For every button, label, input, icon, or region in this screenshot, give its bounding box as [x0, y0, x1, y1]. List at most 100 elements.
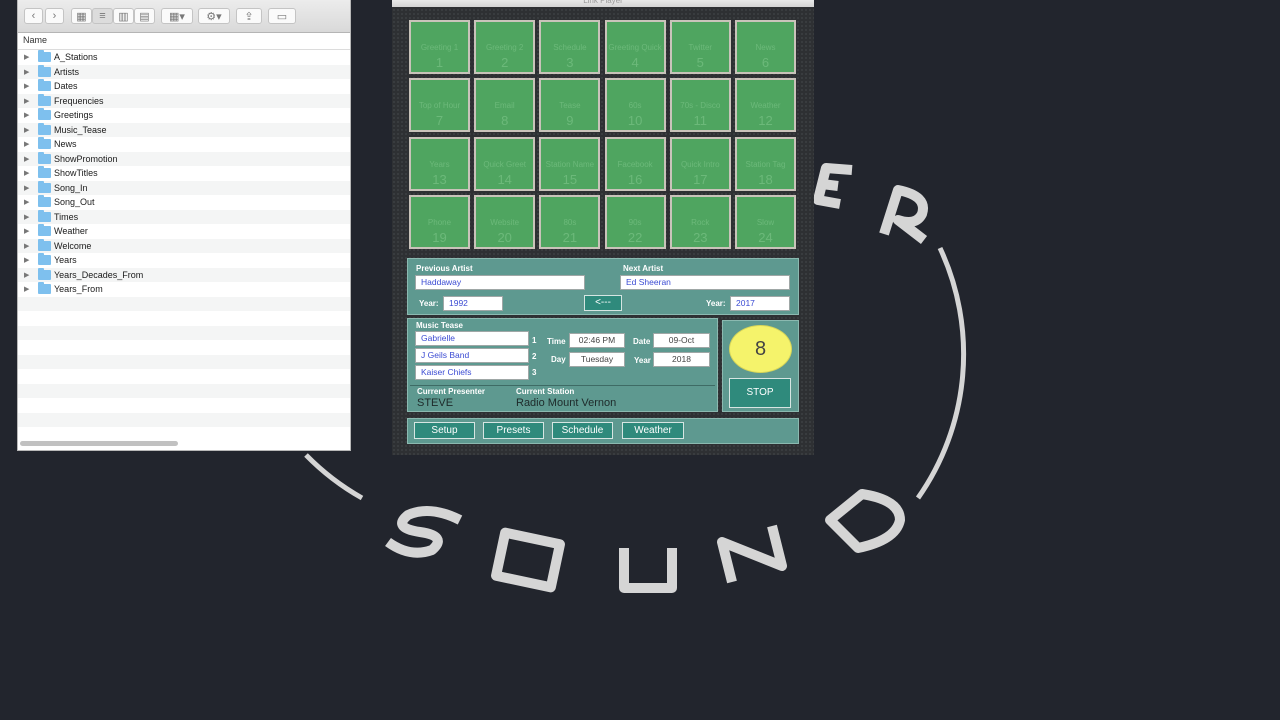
disclosure-triangle-icon[interactable]: ▶	[24, 82, 32, 90]
tease-field-3[interactable]: Kaiser Chiefs	[415, 365, 529, 380]
icon-view-button[interactable]: ▦	[71, 8, 92, 24]
cart-button-5[interactable]: Twitter 5	[669, 20, 731, 74]
folder-name: Weather	[54, 226, 88, 237]
folder-row[interactable]: ▶ A_Stations	[18, 50, 350, 65]
cart-button-16[interactable]: Facebook 16	[604, 136, 666, 191]
disclosure-triangle-icon[interactable]: ▶	[24, 285, 32, 293]
weather-button[interactable]: Weather	[622, 422, 684, 439]
cart-button-20[interactable]: Website 20	[474, 194, 536, 249]
disclosure-triangle-icon[interactable]: ▶	[24, 155, 32, 163]
folder-row[interactable]: ▶ Greetings	[18, 108, 350, 123]
cart-button-10[interactable]: 60s 10	[604, 78, 666, 133]
disclosure-triangle-icon[interactable]: ▶	[24, 68, 32, 76]
swap-artist-button[interactable]: <---	[584, 295, 622, 311]
presenter-value: STEVE	[417, 397, 454, 409]
disclosure-triangle-icon[interactable]: ▶	[24, 126, 32, 134]
folder-row[interactable]: ▶ ShowPromotion	[18, 151, 350, 166]
cart-button-15[interactable]: Station Name 15	[539, 136, 601, 191]
folder-row[interactable]: ▶ Song_Out	[18, 195, 350, 210]
tease-field-2[interactable]: J Geils Band	[415, 348, 529, 363]
cart-button-22[interactable]: 90s 22	[604, 194, 666, 249]
disclosure-triangle-icon[interactable]: ▶	[24, 97, 32, 105]
folder-name: Welcome	[54, 240, 92, 251]
folder-row[interactable]: ▶ Music_Tease	[18, 122, 350, 137]
list-view-button[interactable]: ≡	[92, 8, 113, 24]
prev-year-field[interactable]: 1992	[443, 296, 503, 311]
cart-button-8[interactable]: Email 8	[474, 78, 536, 133]
cart-button-11[interactable]: 70s - Disco 11	[669, 78, 731, 133]
schedule-button[interactable]: Schedule	[552, 422, 613, 439]
folder-row[interactable]: ▶ Artists	[18, 64, 350, 79]
previous-artist-field[interactable]: Haddaway	[415, 275, 585, 290]
cart-button-1[interactable]: Greeting 1 1	[409, 20, 470, 74]
cart-button-6[interactable]: News 6	[735, 20, 796, 74]
folder-name: Years_Decades_From	[54, 269, 144, 280]
folder-row[interactable]: ▶ Years_Decades_From	[18, 267, 350, 282]
cart-label: Tease	[559, 101, 581, 111]
share-button[interactable]: ⇪	[236, 8, 262, 24]
folder-icon	[38, 64, 51, 77]
folder-row[interactable]: ▶ Frequencies	[18, 93, 350, 108]
group-button[interactable]: ▦▾	[161, 8, 193, 24]
folder-row[interactable]: ▶ Song_In	[18, 180, 350, 195]
disclosure-triangle-icon[interactable]: ▶	[24, 140, 32, 148]
setup-button[interactable]: Setup	[414, 422, 475, 439]
next-year-field[interactable]: 2017	[730, 296, 790, 311]
disclosure-triangle-icon[interactable]: ▶	[24, 227, 32, 235]
folder-icon	[38, 195, 51, 208]
disclosure-triangle-icon[interactable]: ▶	[24, 271, 32, 279]
forward-button[interactable]: ›	[45, 8, 64, 24]
cart-button-2[interactable]: Greeting 2 2	[474, 20, 536, 74]
cart-number: 5	[696, 55, 704, 70]
cart-button-9[interactable]: Tease 9	[539, 78, 601, 133]
disclosure-triangle-icon[interactable]: ▶	[24, 53, 32, 61]
cart-button-18[interactable]: Station Tag 18	[735, 136, 796, 191]
folder-name: ShowPromotion	[54, 153, 118, 164]
column-view-button[interactable]: ▥	[113, 8, 134, 24]
folder-row[interactable]: ▶ Years_From	[18, 282, 350, 297]
grid-icon: ▦	[76, 10, 87, 23]
cart-button-23[interactable]: Rock 23	[669, 194, 731, 249]
disclosure-triangle-icon[interactable]: ▶	[24, 242, 32, 250]
folder-row[interactable]: ▶ Years	[18, 253, 350, 268]
cart-label: Slow	[756, 217, 775, 227]
cart-button-14[interactable]: Quick Greet 14	[474, 136, 536, 191]
stop-button[interactable]: STOP	[729, 378, 791, 408]
cart-button-13[interactable]: Years 13	[409, 136, 470, 191]
disclosure-triangle-icon[interactable]: ▶	[24, 213, 32, 221]
folder-row[interactable]: ▶ Times	[18, 209, 350, 224]
action-button[interactable]: ⚙▾	[198, 8, 230, 24]
folder-row[interactable]: ▶ Weather	[18, 224, 350, 239]
folder-name: Artists	[54, 66, 80, 77]
cart-button-17[interactable]: Quick Intro 17	[669, 136, 731, 191]
cart-number: 12	[758, 113, 773, 129]
cart-button-3[interactable]: Schedule 3	[539, 20, 601, 74]
name-column-header[interactable]: Name	[18, 31, 350, 50]
cart-button-24[interactable]: Slow 24	[735, 194, 796, 249]
back-button[interactable]: ‹	[24, 8, 43, 24]
year-field: 2018	[653, 352, 710, 367]
next-artist-field[interactable]: Ed Sheeran	[620, 275, 790, 290]
presets-button[interactable]: Presets	[483, 422, 544, 439]
disclosure-triangle-icon[interactable]: ▶	[24, 198, 32, 206]
folder-icon	[38, 50, 51, 63]
cart-button-19[interactable]: Phone 19	[409, 194, 470, 249]
cart-button-4[interactable]: Greeting Quick 4	[604, 20, 666, 74]
gallery-view-button[interactable]: ▤	[134, 8, 155, 24]
cart-button-7[interactable]: Top of Hour 7	[409, 78, 470, 133]
folder-row[interactable]: ▶ Dates	[18, 79, 350, 94]
folder-row[interactable]: ▶ Welcome	[18, 238, 350, 253]
folder-row[interactable]: ▶ ShowTitles	[18, 166, 350, 181]
tags-button[interactable]: ▭	[268, 8, 296, 24]
horizontal-scrollbar[interactable]	[20, 441, 178, 446]
disclosure-triangle-icon[interactable]: ▶	[24, 169, 32, 177]
cart-button-12[interactable]: Weather 12	[735, 78, 796, 133]
folder-row[interactable]: ▶ News	[18, 137, 350, 152]
cart-label: Rock	[691, 217, 710, 227]
disclosure-triangle-icon[interactable]: ▶	[24, 184, 32, 192]
tease-field-1[interactable]: Gabrielle	[415, 331, 529, 346]
disclosure-triangle-icon[interactable]: ▶	[24, 256, 32, 264]
counter-circle: 8	[729, 325, 792, 373]
disclosure-triangle-icon[interactable]: ▶	[24, 111, 32, 119]
cart-button-21[interactable]: 80s 21	[539, 194, 601, 249]
